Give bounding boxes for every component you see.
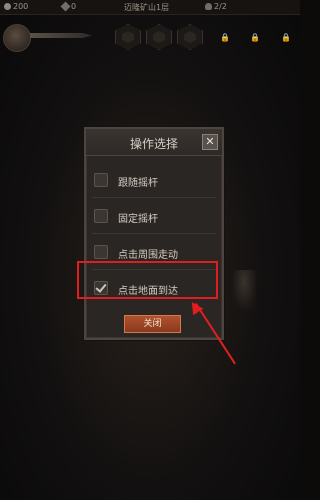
gem-value: 0 [71,2,77,11]
skill-slot-3[interactable] [177,24,203,50]
option-fixed-joystick[interactable]: 固定摇杆 [86,202,222,232]
option-follow-joystick[interactable]: 跟随摇杆 [86,166,222,196]
close-icon[interactable]: ✕ [202,134,218,150]
option-label: 固定摇杆 [118,214,158,225]
coin-value: 200 [13,2,29,11]
checkbox-follow-joystick[interactable] [94,173,108,187]
checkbox-fixed-joystick[interactable] [94,209,108,223]
dialog-header: 操作选择 ✕ [86,129,222,156]
skill-slot-1[interactable] [115,24,141,50]
close-button[interactable]: 关闭 [124,315,181,333]
coin-counter: 200 [4,2,28,11]
coin-icon [4,3,11,10]
skull-icon [205,3,212,10]
highlight-box [77,261,218,299]
divider [92,233,216,234]
player-character [232,270,256,310]
option-label: 跟随摇杆 [118,178,158,189]
soul-value: 2/2 [214,2,227,11]
option-label: 点击周围走动 [118,250,178,261]
checkbox-tap-walk-around[interactable] [94,245,108,259]
player-avatar[interactable] [3,24,31,52]
divider [92,197,216,198]
skill-slot-2[interactable] [146,24,172,50]
location-text: 迈隆矿山1层 [124,3,170,12]
lock-icon: 🔒 [220,33,230,42]
top-status-bar: 200 0 迈隆矿山1层 2/2 [0,0,300,15]
gem-icon [60,1,71,12]
soul-counter: 2/2 [205,2,227,11]
health-bar [30,33,92,38]
lock-icon: 🔒 [281,33,291,42]
gem-counter: 0 [60,1,77,12]
location-label: 迈隆矿山1层 [124,2,169,13]
lock-icon: 🔒 [250,33,260,42]
